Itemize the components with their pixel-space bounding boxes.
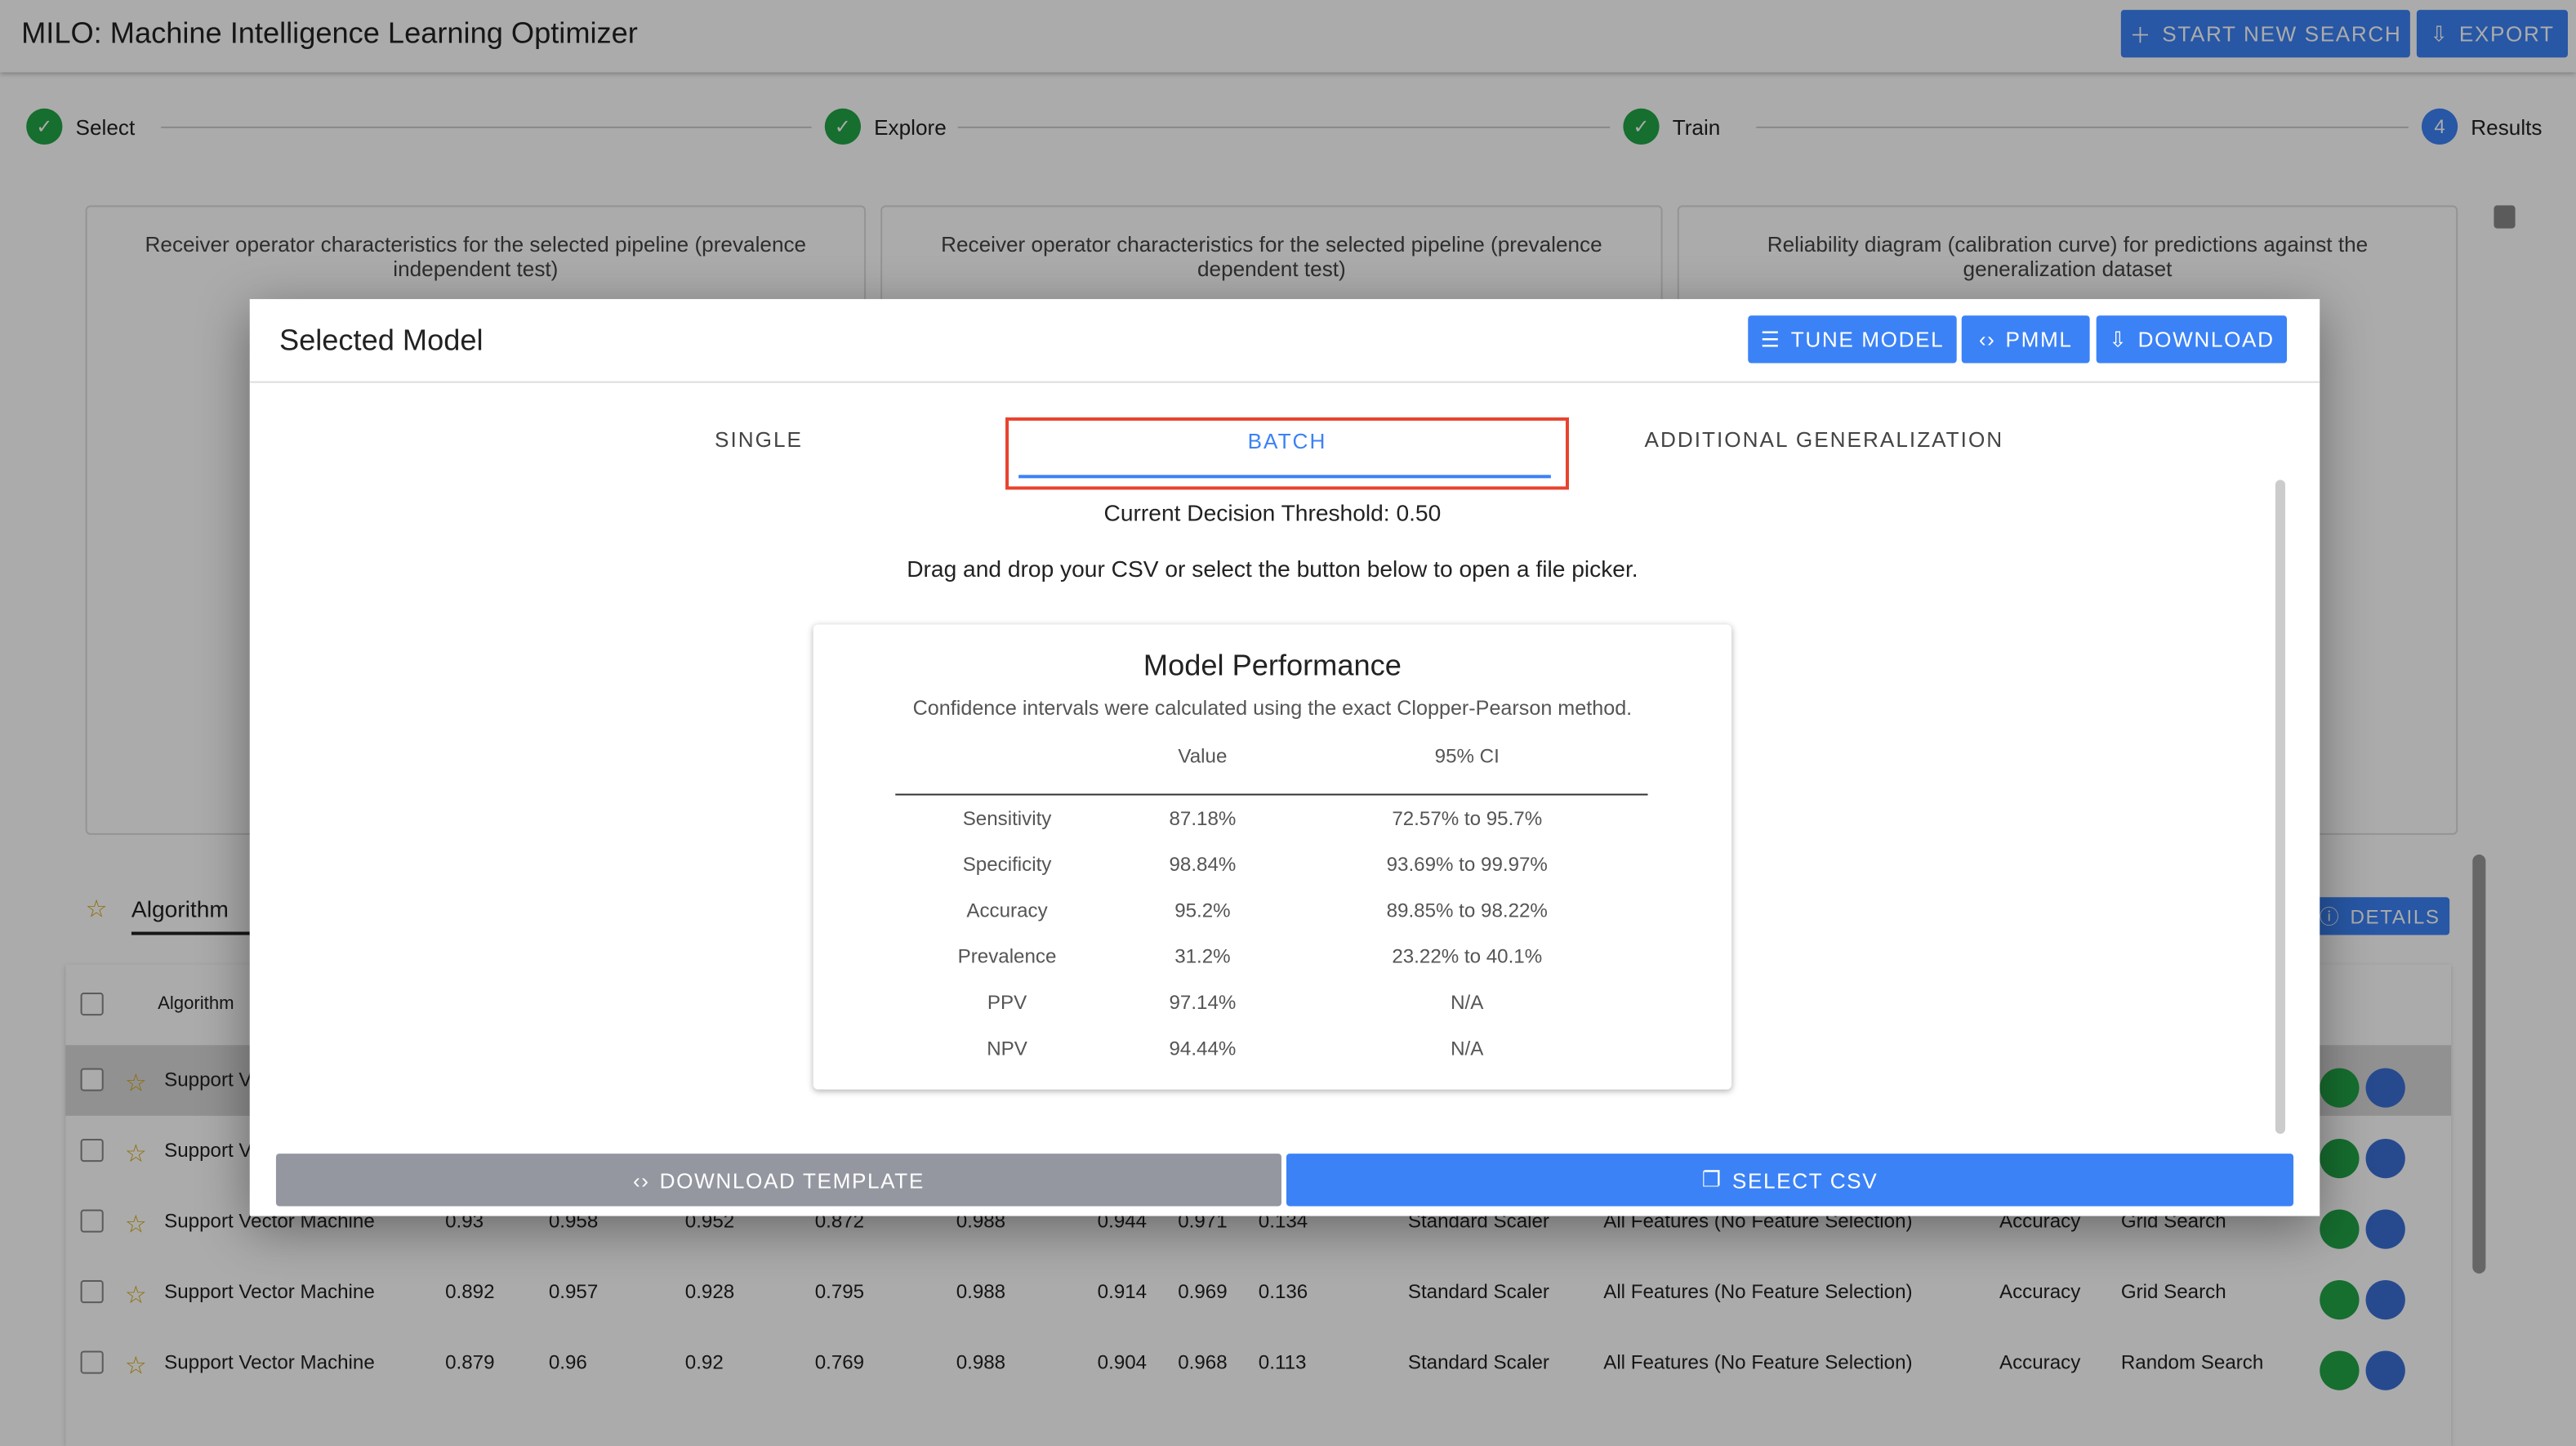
metric-ci: 93.69% to 99.97% — [1386, 852, 1548, 877]
metric-value: 97.14% — [1169, 990, 1237, 1015]
metric-ci: N/A — [1451, 1037, 1484, 1060]
metric-value: 94.44% — [1169, 1037, 1237, 1060]
dialog-scrollbar[interactable] — [2275, 480, 2285, 1134]
metric-name: Accuracy — [966, 899, 1048, 922]
download-template-button[interactable]: ‹› DOWNLOAD TEMPLATE — [275, 1154, 1281, 1207]
tune-model-button[interactable]: ☰ TUNE MODEL — [1748, 315, 1957, 364]
metric-ci: N/A — [1451, 990, 1484, 1015]
metric-value: 87.18% — [1169, 806, 1237, 830]
tab-additional-generalization[interactable]: ADDITIONAL GENERALIZATION — [1645, 427, 2004, 452]
performance-subtitle: Confidence intervals were calculated usi… — [912, 696, 1633, 721]
metric-name: Prevalence — [957, 944, 1057, 968]
metric-value: 95.2% — [1174, 899, 1231, 922]
metric-value: 31.2% — [1174, 944, 1231, 968]
file-copy-icon: ❐ — [1701, 1167, 1723, 1192]
code-icon: ‹› — [632, 1167, 650, 1193]
header-value: Value — [1178, 744, 1228, 768]
selected-model-dialog: Selected Model ☰ TUNE MODEL ‹› PMML ⇩ DOWNL… — [249, 299, 2320, 1216]
performance-title: Model Performance — [1143, 649, 1402, 682]
metric-name: Specificity — [962, 852, 1052, 877]
upload-instructions: Drag and drop your CSV or select the but… — [907, 555, 1638, 582]
model-performance-card: Model Performance Confidence intervals w… — [813, 624, 1732, 1090]
header-ci: 95% CI — [1434, 744, 1500, 768]
metric-ci: 23.22% to 40.1% — [1392, 944, 1543, 968]
tab-single[interactable]: SINGLE — [715, 427, 803, 452]
decision-threshold: Current Decision Threshold: 0.50 — [1103, 499, 1442, 526]
select-csv-button[interactable]: ❐ SELECT CSV — [1286, 1154, 2294, 1207]
dialog-title: Selected Model — [279, 324, 484, 357]
pmml-button[interactable]: ‹› PMML — [1961, 315, 2090, 364]
metric-ci: 89.85% to 98.22% — [1386, 899, 1548, 922]
download-button[interactable]: ⇩ DOWNLOAD — [2096, 315, 2288, 364]
metric-name: PPV — [987, 990, 1027, 1015]
sliders-icon: ☰ — [1760, 326, 1781, 351]
download-icon: ⇩ — [2109, 326, 2128, 351]
tab-batch[interactable]: BATCH — [1005, 417, 1569, 490]
metric-name: NPV — [987, 1037, 1027, 1060]
metric-name: Sensitivity — [962, 806, 1052, 830]
metric-ci: 72.57% to 95.7% — [1392, 806, 1543, 830]
code-icon: ‹› — [1978, 327, 1996, 352]
metric-value: 98.84% — [1169, 852, 1237, 877]
